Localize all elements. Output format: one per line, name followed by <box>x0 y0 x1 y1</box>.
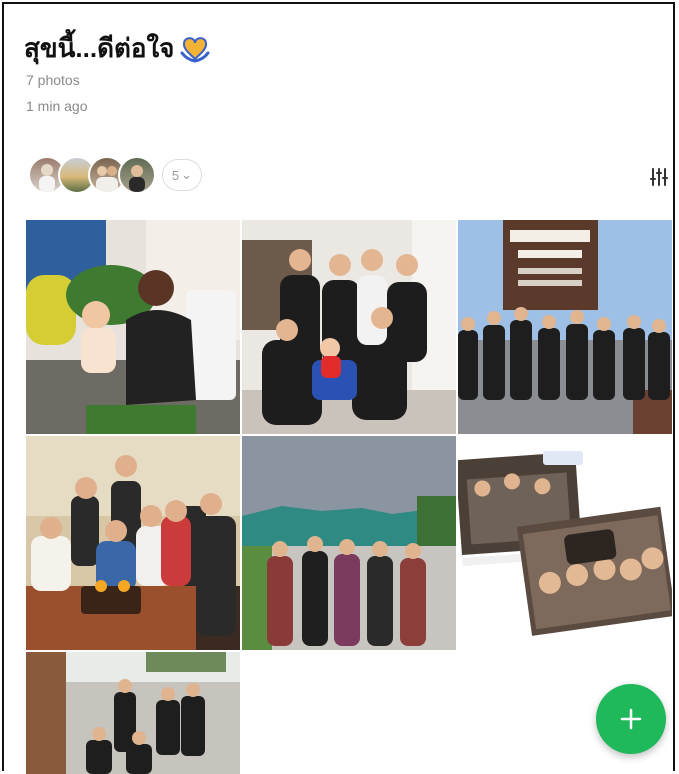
more-members-count: 5 <box>171 167 180 183</box>
member-avatar-4[interactable] <box>118 156 156 194</box>
photo-4[interactable] <box>26 436 240 650</box>
updated-time: 1 min ago <box>26 98 88 114</box>
photo-3[interactable] <box>458 220 672 434</box>
photo-6[interactable] <box>458 436 672 650</box>
add-photo-button[interactable] <box>596 684 666 754</box>
filter-settings-icon[interactable] <box>648 166 670 188</box>
album-title: สุขนี้...ดีต่อใจ <box>24 28 212 69</box>
plus-icon <box>620 708 642 730</box>
member-avatars[interactable]: 5 ⌄ <box>28 156 202 194</box>
photo-1[interactable] <box>26 220 240 434</box>
heart-hands-icon <box>178 35 212 63</box>
chevron-down-icon: ⌄ <box>181 167 193 182</box>
more-members-button[interactable]: 5 ⌄ <box>162 159 202 191</box>
photo-5[interactable] <box>242 436 456 650</box>
photo-7[interactable] <box>26 652 240 774</box>
photo-2[interactable] <box>242 220 456 434</box>
photo-count: 7 photos <box>26 72 80 88</box>
page-margin <box>675 0 679 773</box>
album-title-text: สุขนี้...ดีต่อใจ <box>24 33 175 63</box>
